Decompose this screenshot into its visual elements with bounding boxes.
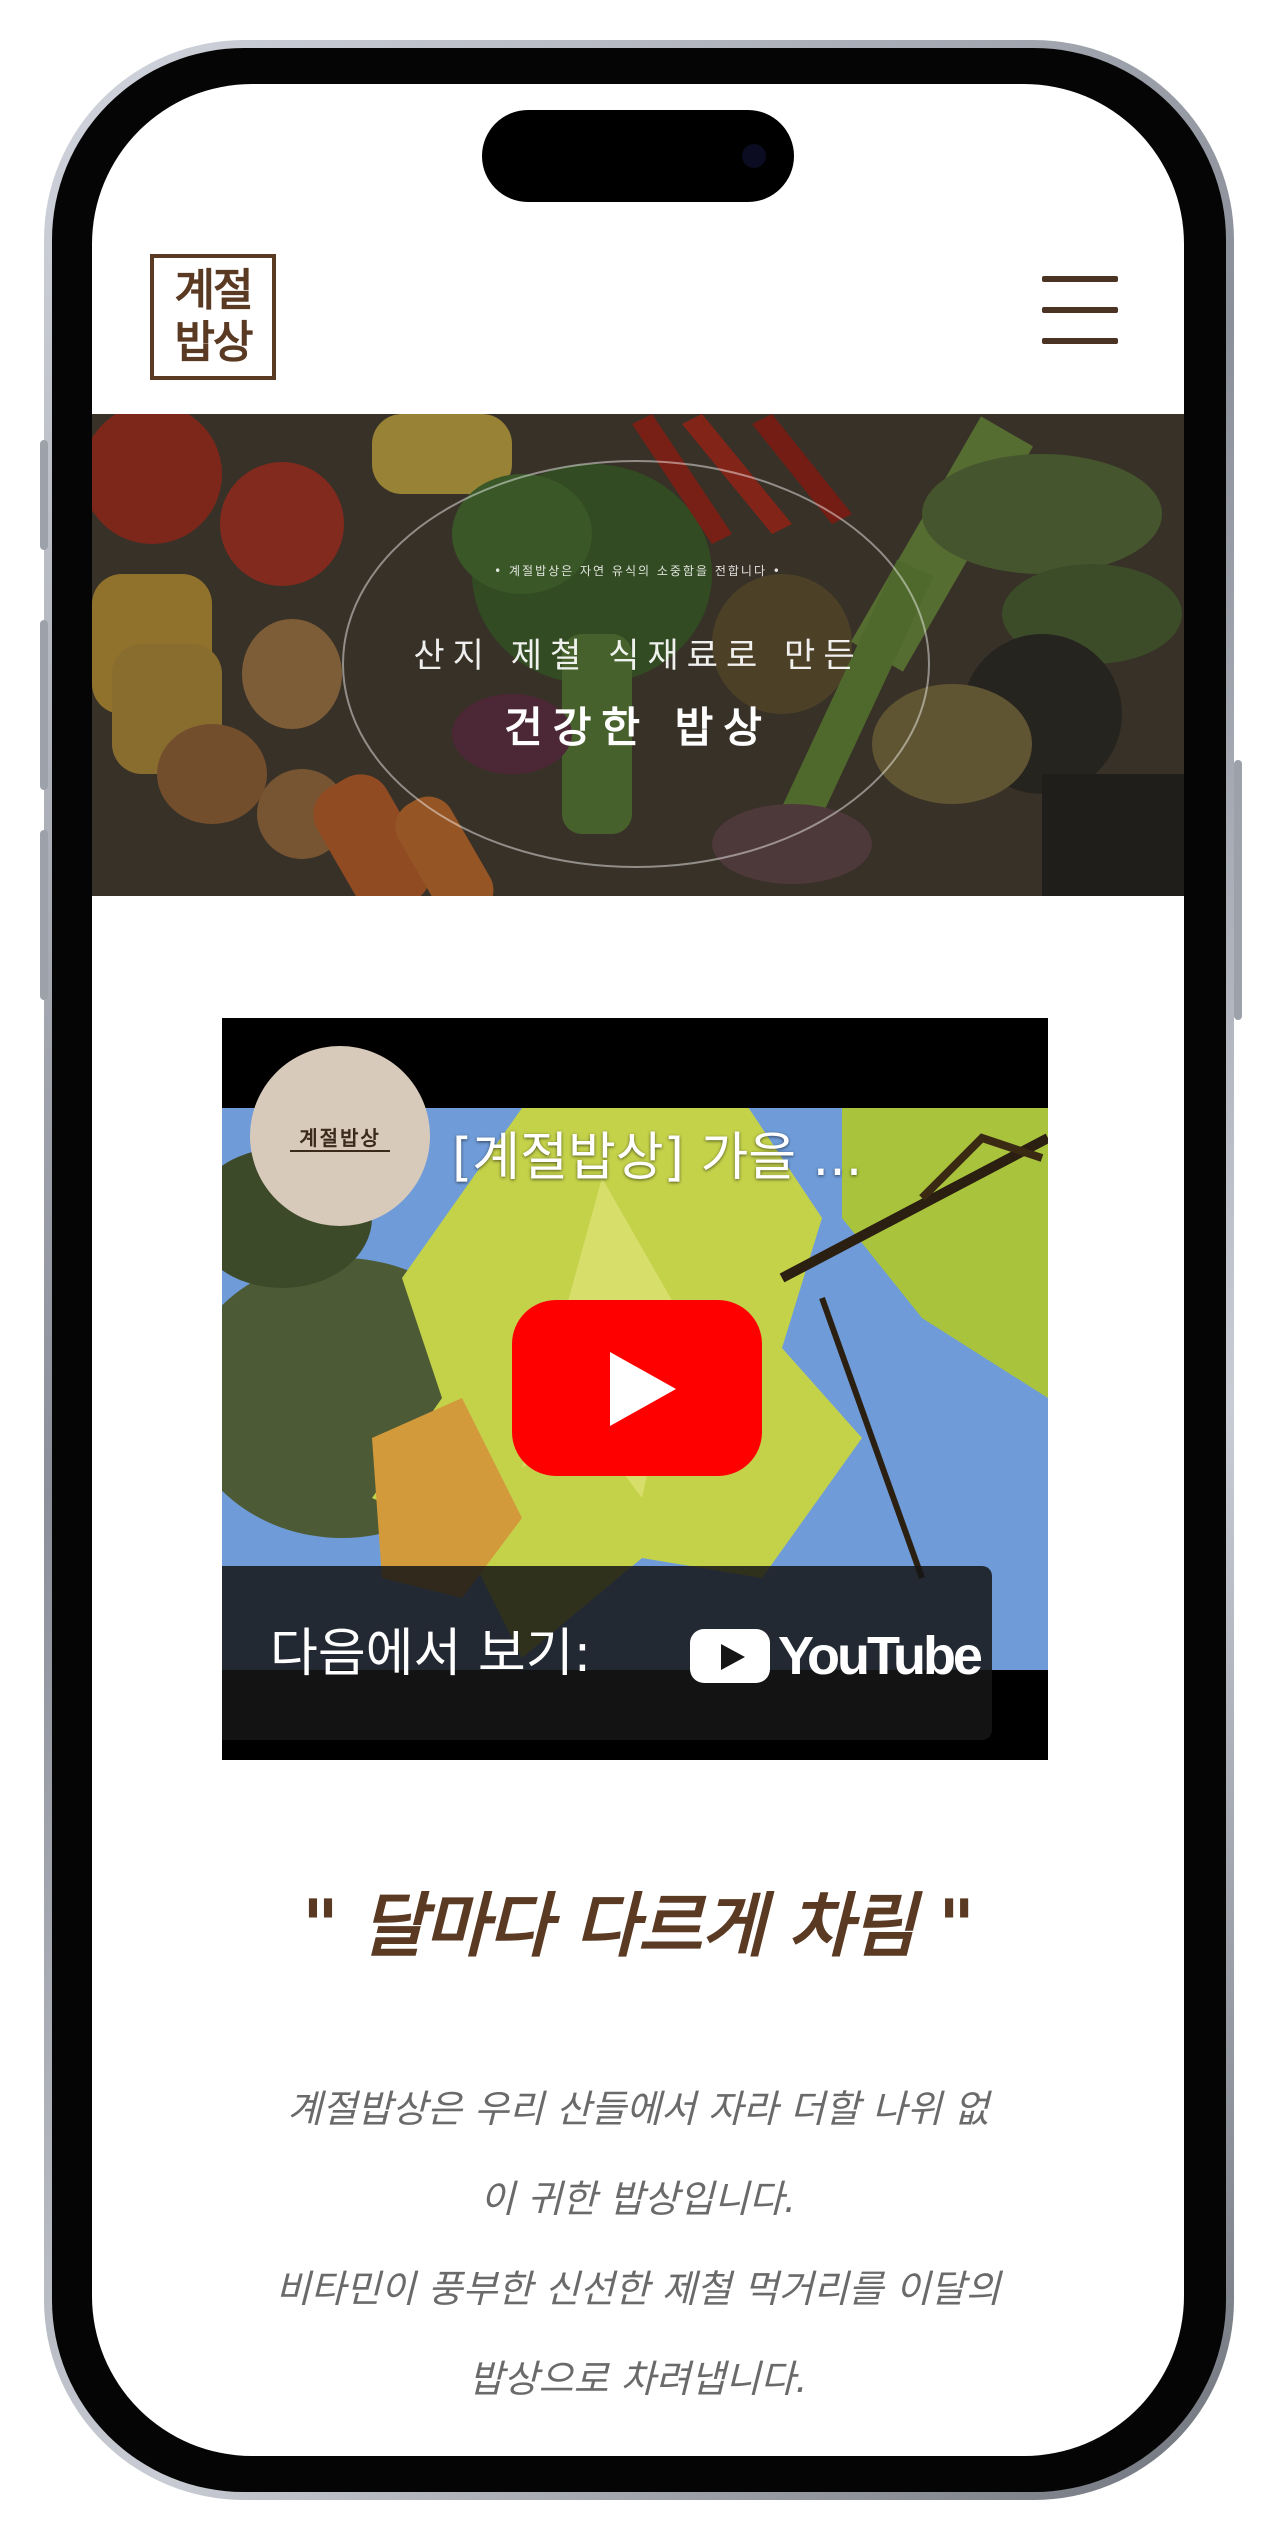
hero-banner: • 계절밥상은 자연 유식의 소중함을 전합니다 • 산지 제철 식재료로 만든… bbox=[92, 414, 1184, 896]
phone-volume-down-button bbox=[40, 830, 48, 1000]
site-logo[interactable]: 계절 밥상 bbox=[150, 254, 276, 380]
front-camera bbox=[742, 144, 766, 168]
channel-avatar[interactable]: 계절밥상 bbox=[250, 1046, 430, 1226]
phone-volume-up-button bbox=[40, 620, 48, 790]
phone-power-button bbox=[1234, 760, 1242, 1020]
description-line: 계절밥상은 우리 산들에서 자라 더할 나위 없 bbox=[287, 2087, 989, 2131]
youtube-logo-mark bbox=[690, 1629, 770, 1683]
description-line: 밥상으로 차려냅니다. bbox=[468, 2357, 808, 2401]
youtube-play-icon[interactable] bbox=[512, 1300, 762, 1476]
youtube-video-embed[interactable]: 계절밥상 [계절밥상] 가을 ... 다음에서 보기: YouTube bbox=[222, 1018, 1048, 1760]
watch-on-youtube-button[interactable]: 다음에서 보기: YouTube bbox=[222, 1566, 992, 1740]
section-description: 계절밥상은 우리 산들에서 자라 더할 나위 없 이 귀한 밥상입니다. 비타민… bbox=[202, 2064, 1074, 2424]
channel-name: 계절밥상 bbox=[299, 1125, 381, 1150]
logo-line-2: 밥상 bbox=[174, 317, 254, 368]
description-line: 비타민이 풍부한 신선한 제철 먹거리를 이달의 bbox=[275, 2267, 1001, 2311]
logo-line-1: 계절 bbox=[174, 265, 254, 316]
youtube-logo-icon: YouTube bbox=[690, 1626, 983, 1686]
youtube-wordmark: YouTube bbox=[778, 1626, 983, 1686]
hero-subtitle: 산지 제철 식재료로 만든 bbox=[413, 636, 863, 676]
hamburger-menu-icon[interactable] bbox=[1042, 276, 1118, 344]
video-title[interactable]: [계절밥상] 가을 ... bbox=[452, 1126, 1042, 1190]
hamburger-bar bbox=[1042, 307, 1118, 313]
description-line: 이 귀한 밥상입니다. bbox=[480, 2177, 796, 2221]
section-headline: " 달마다 다르게 차림 " bbox=[302, 1885, 975, 1967]
dynamic-island bbox=[482, 110, 794, 202]
hamburger-bar bbox=[1042, 276, 1118, 282]
hero-tagline: • 계절밥상은 자연 유식의 소중함을 전합니다 • bbox=[494, 564, 782, 578]
hero-title: 건강한 밥상 bbox=[504, 703, 772, 752]
phone-action-button bbox=[40, 440, 48, 550]
watch-on-label: 다음에서 보기: bbox=[270, 1624, 592, 1684]
hamburger-bar bbox=[1042, 338, 1118, 344]
phone-screen: 계절 밥상 • 계절밥상은 자연 유식의 소중함을 전합니다 • 산지 제철 식… bbox=[92, 84, 1184, 2456]
